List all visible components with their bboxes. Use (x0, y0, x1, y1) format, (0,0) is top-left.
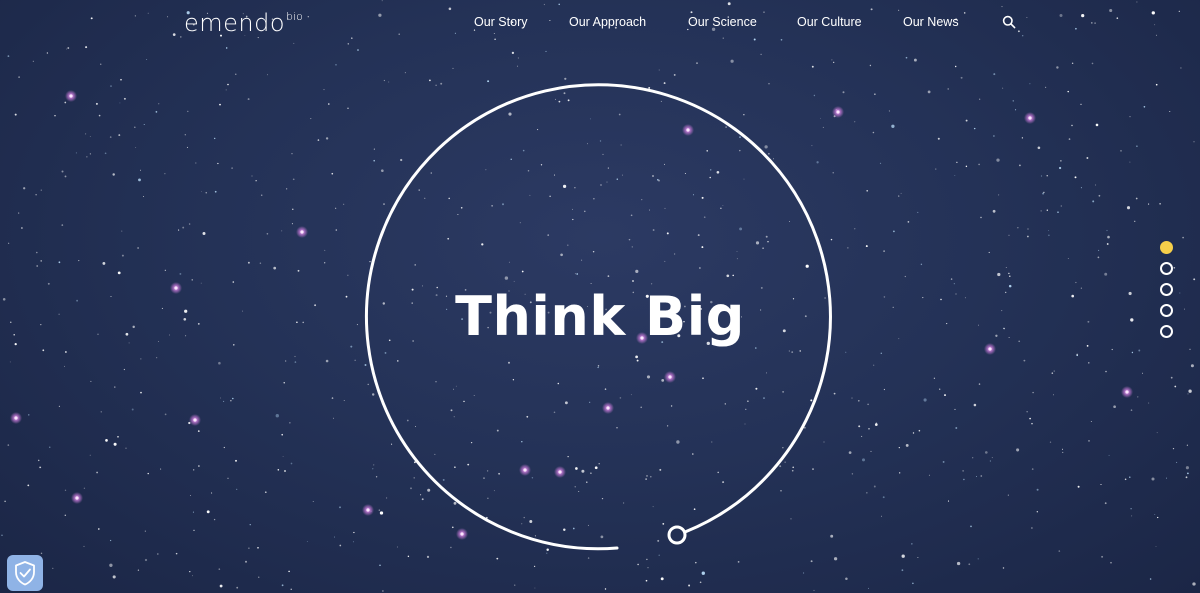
slide-pagination (1160, 241, 1173, 346)
slide-dot-4[interactable] (1160, 304, 1173, 317)
nav-link-our-culture[interactable]: Our Culture (797, 14, 862, 30)
brand-name: emendo (184, 9, 286, 37)
privacy-settings-button[interactable] (7, 555, 43, 591)
nav-link-our-science[interactable]: Our Science (688, 14, 757, 30)
hero-section: emendobio Our Story Our Approach Our Sci… (0, 0, 1200, 593)
slide-dot-2[interactable] (1160, 262, 1173, 275)
slide-dot-1[interactable] (1160, 241, 1173, 254)
nav-link-our-story[interactable]: Our Story (474, 14, 528, 30)
nav-link-our-news[interactable]: Our News (903, 14, 959, 30)
top-navigation: emendobio Our Story Our Approach Our Sci… (0, 0, 1200, 44)
circle-progress-marker (667, 525, 687, 545)
brand-logo[interactable]: emendobio (184, 9, 303, 42)
search-icon[interactable] (1002, 15, 1016, 29)
nav-link-our-approach[interactable]: Our Approach (569, 14, 646, 30)
shield-check-icon (15, 561, 35, 586)
slide-dot-5[interactable] (1160, 325, 1173, 338)
slide-dot-3[interactable] (1160, 283, 1173, 296)
brand-suffix: bio (286, 10, 303, 23)
hero-headline: Think Big (455, 285, 745, 348)
